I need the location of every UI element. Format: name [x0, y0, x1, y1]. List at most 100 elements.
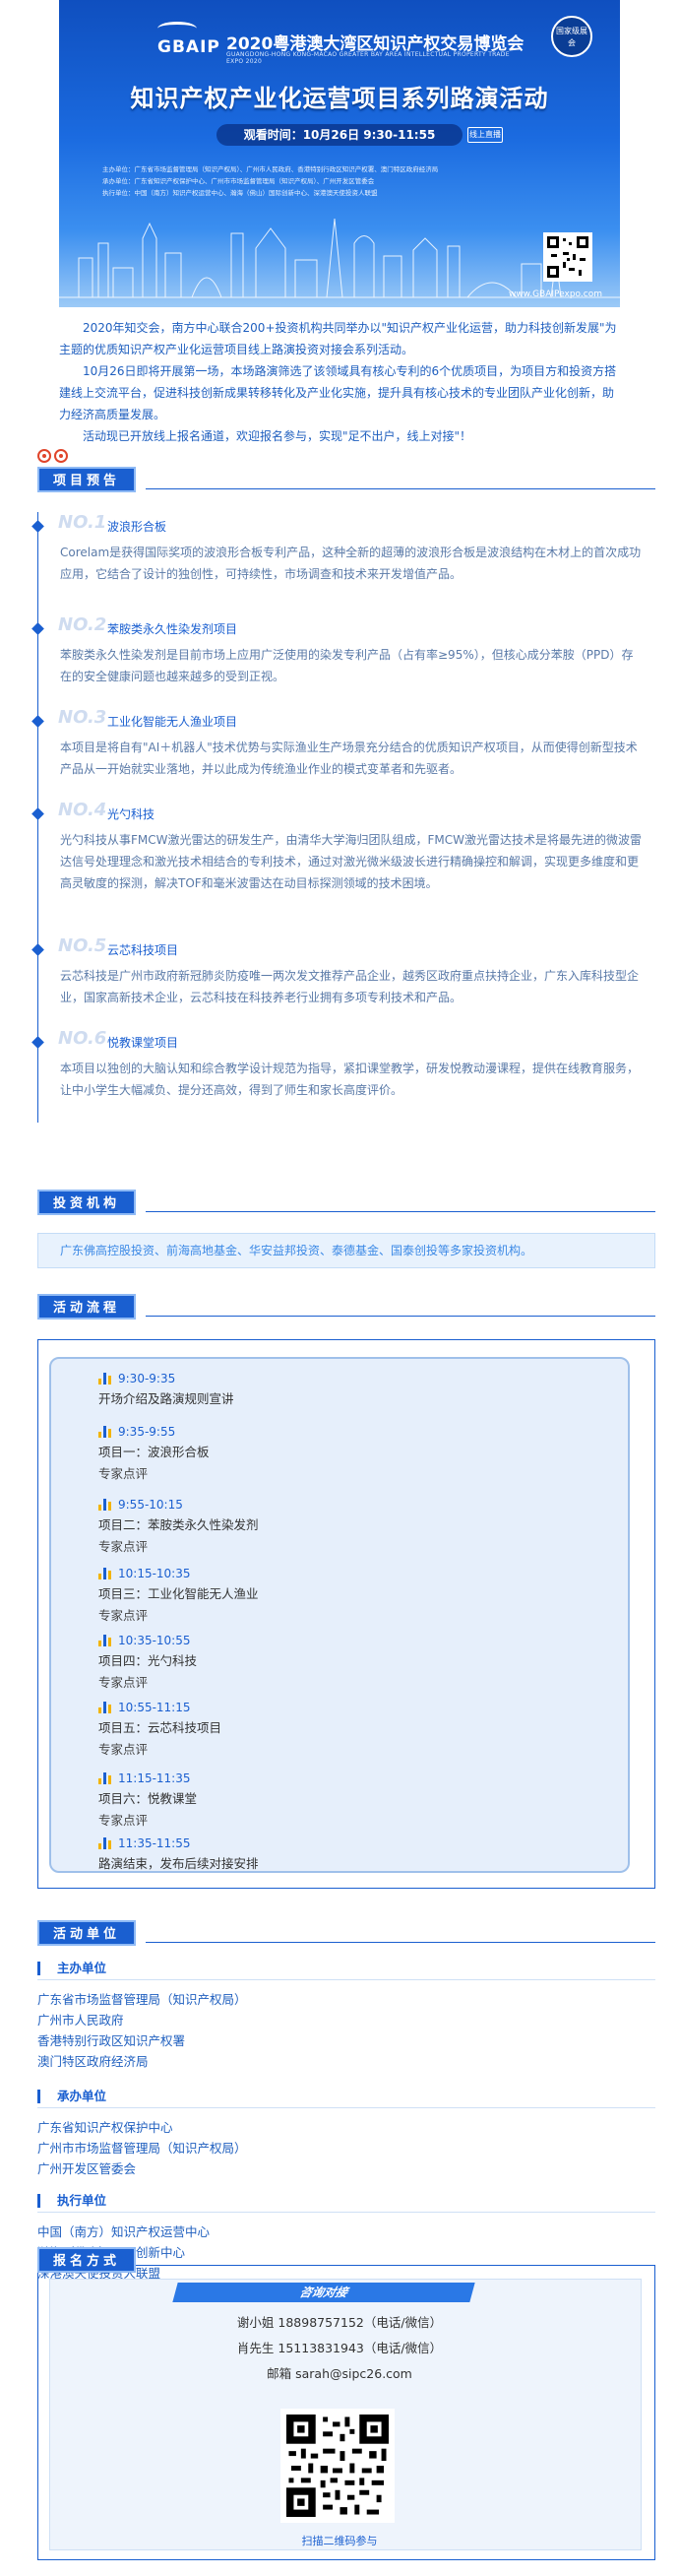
- schedule-time-text: 9:35-9:55: [118, 1425, 176, 1439]
- org-execute-line: 执行单位：中国（南方）知识产权运营中心、瀚海（佛山）国际创新中心、深港澳天使投资…: [102, 189, 378, 197]
- unit-name: 广州市市场监督管理局（知识产权局）: [37, 2141, 247, 2156]
- project-item: NO.6 悦教课堂项目 本项目以独创的大脑认知和综合教学设计规范为指导，紧扣课堂…: [31, 1028, 655, 1123]
- contact-email[interactable]: 邮箱 sarah@sipc26.com: [0, 2363, 679, 2382]
- signup-qr-code[interactable]: [280, 2409, 395, 2523]
- intro-text: 2020年知交会，南方中心联合200+投资机构共同举办以"知识产权产业化运营，助…: [59, 317, 620, 447]
- schedule-time-text: 9:30-9:35: [118, 1372, 176, 1385]
- unit-name: 广州市人民政府: [37, 2013, 124, 2028]
- project-number: NO.3: [58, 707, 107, 728]
- national-expo-badge: 国家级展会: [551, 16, 592, 57]
- event-banner: GBAIP 2020粤港澳大湾区知识产权交易博览会 GUANGDONG-HONG…: [59, 0, 620, 307]
- project-preview-list: NO.1 波浪形合板 Corelam是获得国际奖项的波浪形合板专利产品，这种全新…: [31, 512, 655, 1123]
- project-name: 悦教课堂项目: [107, 1036, 179, 1050]
- intro-paragraph: 活动现已开放线上报名通道，欢迎报名参与，实现"足不出户，线上对接"！: [83, 429, 472, 443]
- unit-group-undertake-header: 承办单位: [37, 2086, 655, 2108]
- schedule-time-text: 10:35-10:55: [118, 1634, 191, 1647]
- section-title: 报名方式: [37, 2247, 137, 2273]
- section-header-signup: 报名方式: [37, 2247, 655, 2273]
- section-title: 项目预告: [37, 467, 137, 492]
- consult-header: 咨询对接: [172, 2283, 475, 2302]
- schedule-title: 项目一：波浪形合板: [98, 1445, 210, 1459]
- section-title: 活动单位: [37, 1920, 137, 1946]
- schedule-review: 专家点评: [98, 1539, 149, 1554]
- unit-group-title: 执行单位: [57, 2193, 107, 2208]
- project-number: NO.6: [58, 1028, 107, 1049]
- bar-chart-icon: [98, 1373, 114, 1385]
- bar-chart-icon: [98, 1426, 114, 1438]
- schedule-time-text: 10:15-10:35: [118, 1567, 191, 1580]
- schedule-time: 11:15-11:35: [98, 1769, 197, 1788]
- accent-bar-icon: [37, 1962, 40, 1975]
- section-divider: [146, 1211, 655, 1212]
- bar-chart-icon: [98, 1837, 114, 1849]
- section-title: 投资机构: [37, 1190, 137, 1215]
- unit-name: 中国（南方）知识产权运营中心: [37, 2224, 211, 2239]
- schedule-title: 项目二：苯胺类永久性染发剂: [98, 1517, 259, 1532]
- schedule-time-text: 10:55-11:15: [118, 1701, 191, 1714]
- red-circle-icon: [54, 449, 68, 463]
- logo-text: GBAIP: [157, 37, 220, 57]
- unit-group-title: 主办单位: [57, 1961, 107, 1975]
- unit-group-execute-header: 执行单位: [37, 2190, 655, 2213]
- schedule-time: 9:35-9:55: [98, 1422, 210, 1442]
- schedule-item: 10:35-10:55 项目四：光勺科技 专家点评: [98, 1631, 197, 1694]
- org-undertake-line: 承办单位：广东省知识产权保护中心、广州市市场监督管理局（知识产权局）、广州开发区…: [102, 177, 375, 185]
- website-url[interactable]: www.GBAIPexpo.com: [509, 290, 602, 299]
- contact-phone-1[interactable]: 谢小姐 18898757152（电话/微信）: [0, 2312, 679, 2331]
- banner-qr-code[interactable]: [543, 232, 592, 282]
- bar-chart-icon: [98, 1635, 114, 1646]
- schedule-item: 9:35-9:55 项目一：波浪形合板 专家点评: [98, 1422, 210, 1485]
- schedule-time: 10:55-11:15: [98, 1698, 221, 1717]
- project-number: NO.2: [58, 614, 107, 635]
- intro-paragraph: 10月26日即将开展第一场，本场路演筛选了该领域具有核心专利的6个优质项目，为项…: [59, 364, 617, 421]
- schedule-time: 9:30-9:35: [98, 1369, 234, 1388]
- scan-to-join-caption: 扫描二维码参与: [301, 2535, 378, 2547]
- bar-chart-icon: [98, 1568, 114, 1579]
- project-number: NO.5: [58, 935, 107, 956]
- accent-bar-icon: [37, 2090, 40, 2103]
- unit-group-underline: [37, 2107, 655, 2108]
- bar-chart-icon: [98, 1499, 114, 1511]
- schedule-time: 9:55-10:15: [98, 1495, 259, 1514]
- org-host-line: 主办单位：广东省市场监督管理局（知识产权局）、广州市人民政府、香港特别行政区知识…: [102, 165, 439, 173]
- unit-name: 香港特别行政区知识产权署: [37, 2033, 186, 2048]
- unit-name: 广东省知识产权保护中心: [37, 2120, 173, 2135]
- intro-paragraph: 2020年知交会，南方中心联合200+投资机构共同举办以"知识产权产业化运营，助…: [59, 321, 617, 356]
- section-divider: [146, 1942, 655, 1943]
- section-header-investors: 投资机构: [37, 1190, 655, 1215]
- schedule-item: 11:15-11:35 项目六：悦教课堂 专家点评: [98, 1769, 197, 1832]
- schedule-item: 10:55-11:15 项目五：云芯科技项目 专家点评: [98, 1698, 221, 1761]
- watch-time: 观看时间：10月26日 9:30-11:55: [216, 124, 463, 146]
- bar-chart-icon: [98, 1772, 114, 1784]
- schedule-title: 开场介绍及路演规则宣讲: [98, 1391, 234, 1406]
- schedule-review: 专家点评: [98, 1675, 149, 1690]
- section-divider: [146, 1316, 655, 1317]
- contact-phone-2[interactable]: 肖先生 15113831943（电话/微信）: [0, 2338, 679, 2356]
- section-header-units: 活动单位: [37, 1920, 655, 1946]
- schedule-title: 项目五：云芯科技项目: [98, 1720, 222, 1735]
- logo-arc-icon: [157, 22, 197, 35]
- project-number: NO.4: [58, 800, 107, 820]
- schedule-time: 10:15-10:35: [98, 1564, 259, 1583]
- schedule-review: 专家点评: [98, 1742, 149, 1757]
- project-name: 工业化智能无人渔业项目: [107, 715, 238, 729]
- project-item: NO.1 波浪形合板 Corelam是获得国际奖项的波浪形合板专利产品，这种全新…: [31, 512, 655, 607]
- project-number: NO.1: [58, 512, 107, 533]
- unit-group-underline: [37, 2212, 655, 2213]
- project-name: 波浪形合板: [107, 520, 167, 534]
- unit-name: 广东省市场监督管理局（知识产权局）: [37, 1992, 247, 2007]
- schedule-title: 项目三：工业化智能无人渔业: [98, 1586, 259, 1601]
- schedule-time: 10:35-10:55: [98, 1631, 197, 1650]
- accent-bar-icon: [37, 2194, 40, 2208]
- gbaip-logo: GBAIP: [157, 22, 220, 57]
- qr-code-icon: [286, 2415, 389, 2517]
- schedule-item: 11:35-11:55 路演结束，发布后续对接安排: [98, 1834, 259, 1875]
- project-name: 云芯科技项目: [107, 943, 179, 957]
- bar-chart-icon: [98, 1702, 114, 1713]
- section-header-preview: 项目预告: [37, 467, 655, 492]
- schedule-time-text: 9:55-10:15: [118, 1498, 183, 1512]
- schedule-item: 9:55-10:15 项目二：苯胺类永久性染发剂 专家点评: [98, 1495, 259, 1558]
- section-header-schedule: 活动流程: [37, 1294, 655, 1320]
- project-name: 光勺科技: [107, 807, 155, 821]
- unit-group-host-header: 主办单位: [37, 1958, 655, 1980]
